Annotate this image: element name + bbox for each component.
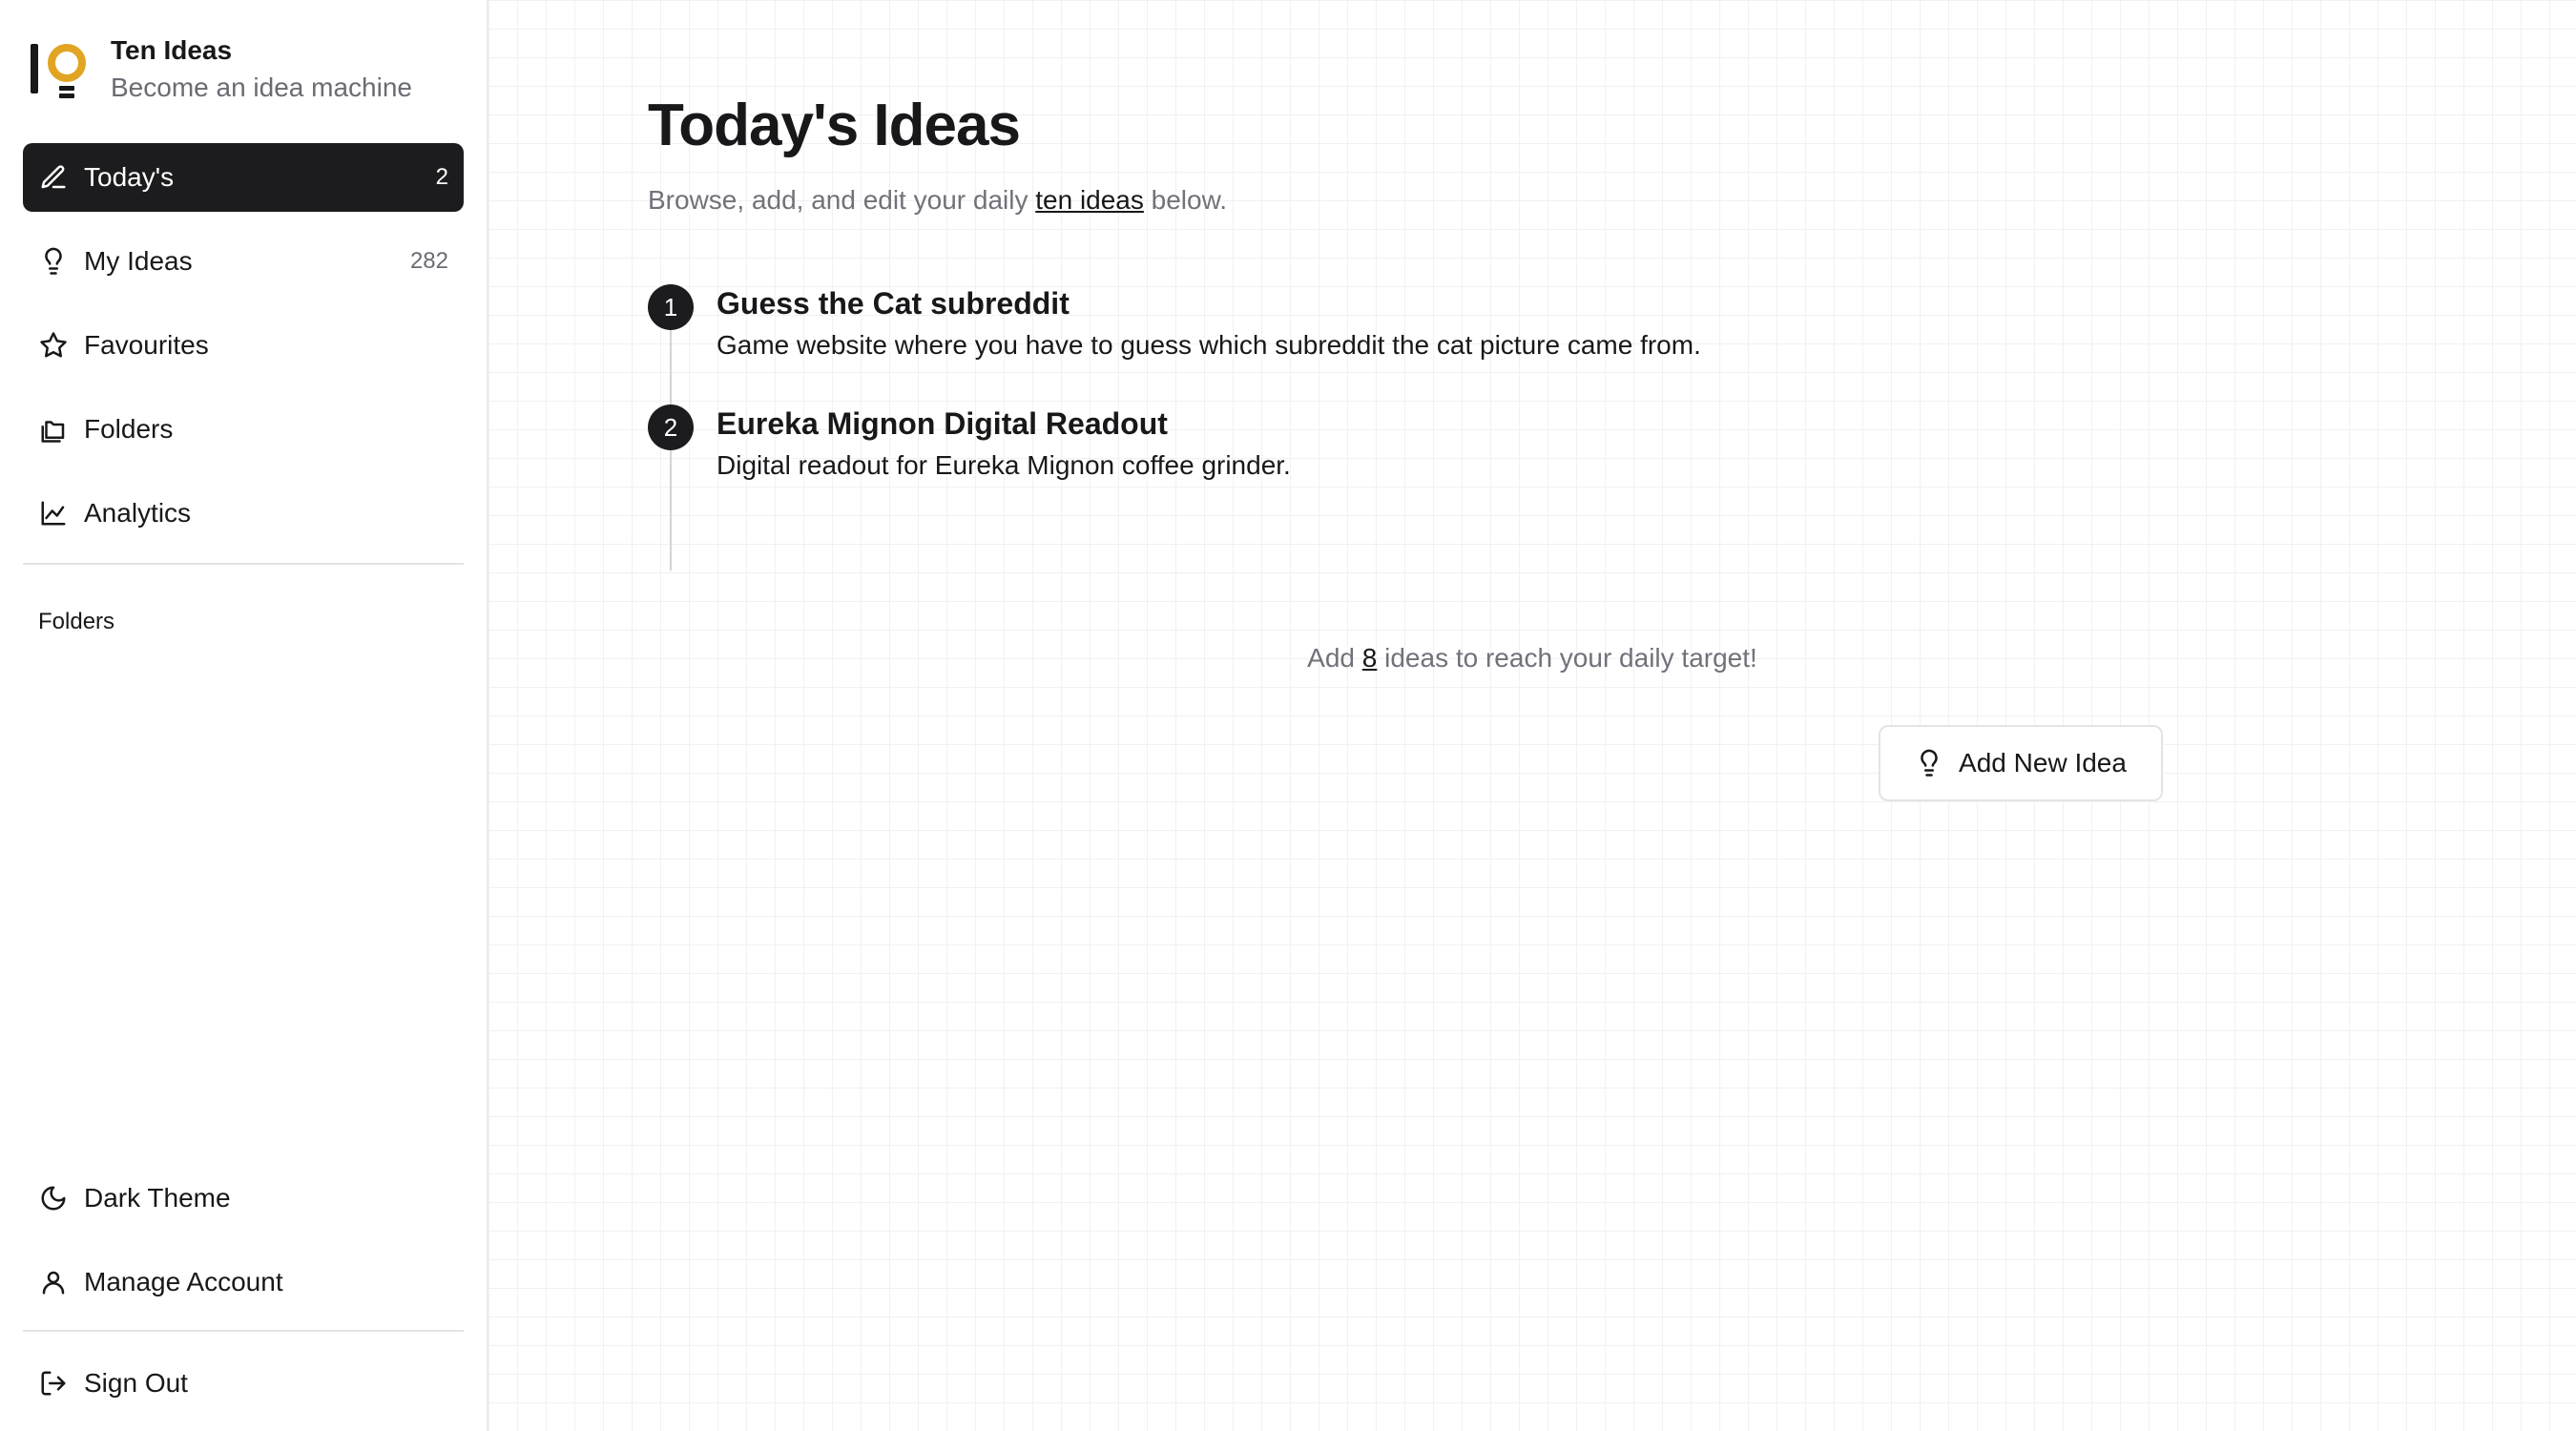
idea-title[interactable]: Eureka Mignon Digital Readout	[717, 404, 1291, 443]
moon-icon	[38, 1183, 69, 1213]
manage-account-link[interactable]: Manage Account	[23, 1248, 464, 1317]
manage-account-label: Manage Account	[84, 1267, 283, 1296]
sign-out-label: Sign Out	[84, 1368, 188, 1398]
dark-theme-label: Dark Theme	[84, 1183, 231, 1213]
brand-subtitle: Become an idea machine	[111, 73, 412, 102]
sidebar: Ten Ideas Become an idea machine Today's…	[0, 0, 488, 1431]
idea-number: 1	[648, 284, 694, 330]
target-count: 8	[1361, 643, 1378, 673]
idea-description: Digital readout for Eureka Mignon coffee…	[717, 450, 1291, 480]
app-root: Ten Ideas Become an idea machine Today's…	[0, 0, 2576, 1431]
nav-item-favourites[interactable]: Favourites	[23, 311, 464, 380]
add-new-idea-label: Add New Idea	[1959, 748, 2127, 778]
page-title: Today's Ideas	[648, 93, 1021, 158]
idea-title[interactable]: Guess the Cat subreddit	[717, 284, 1701, 322]
desc-text-before: Browse, add, and edit your daily	[648, 185, 1036, 215]
chart-icon	[38, 498, 69, 529]
ten-ideas-link[interactable]: ten ideas	[1035, 185, 1144, 215]
lightbulb-icon	[1915, 749, 1943, 778]
nav-count: 282	[409, 248, 448, 274]
main-content: Today's Ideas Browse, add, and edit your…	[488, 0, 2576, 1431]
nav-item-my-ideas[interactable]: My Ideas 282	[23, 227, 464, 296]
desc-text-after: below.	[1143, 185, 1228, 215]
sidebar-bottom: Dark Theme Manage Account Sign Out	[23, 1164, 464, 1431]
pencil-icon	[38, 162, 69, 193]
ideas-list: 1 Guess the Cat subreddit Game website w…	[648, 284, 2079, 570]
folders-section-title: Folders	[38, 609, 115, 634]
dark-theme-toggle[interactable]: Dark Theme	[23, 1164, 464, 1233]
daily-target-message: Add 8 ideas to reach your daily target!	[488, 643, 2576, 674]
idea-description: Game website where you have to guess whi…	[717, 330, 1701, 360]
folders-icon	[38, 414, 69, 445]
nav-label: Today's	[84, 162, 175, 192]
nav-item-analytics[interactable]: Analytics	[23, 479, 464, 548]
nav-item-folders[interactable]: Folders	[23, 395, 464, 464]
primary-nav: Today's 2 My Ideas 282 Favourites Folder…	[23, 143, 464, 548]
page-description: Browse, add, and edit your daily ten ide…	[648, 185, 2576, 216]
nav-label: Analytics	[84, 498, 192, 528]
logo-icon	[29, 40, 88, 107]
nav-label: My Ideas	[84, 246, 193, 276]
brand-text: Ten Ideas Become an idea machine	[111, 34, 412, 107]
nav-item-todays[interactable]: Today's 2	[23, 143, 464, 212]
sign-out-button[interactable]: Sign Out	[23, 1349, 464, 1418]
target-text-before: Add	[1307, 643, 1362, 673]
lightbulb-icon	[38, 246, 69, 277]
list-item[interactable]: 2 Eureka Mignon Digital Readout Digital …	[648, 404, 2079, 481]
idea-number: 2	[648, 404, 694, 450]
nav-count: 2	[435, 164, 448, 190]
star-icon	[38, 330, 69, 361]
nav-label: Folders	[84, 414, 174, 444]
sign-out-icon	[38, 1368, 69, 1399]
brand-title: Ten Ideas	[111, 35, 233, 65]
add-new-idea-button[interactable]: Add New Idea	[1879, 725, 2163, 801]
user-icon	[38, 1267, 69, 1297]
target-text-after: ideas to reach your daily target!	[1377, 643, 1757, 673]
list-item[interactable]: 1 Guess the Cat subreddit Game website w…	[648, 284, 2079, 361]
nav-label: Favourites	[84, 330, 209, 360]
brand[interactable]: Ten Ideas Become an idea machine	[23, 0, 464, 143]
sidebar-bottom-divider	[23, 1330, 464, 1332]
